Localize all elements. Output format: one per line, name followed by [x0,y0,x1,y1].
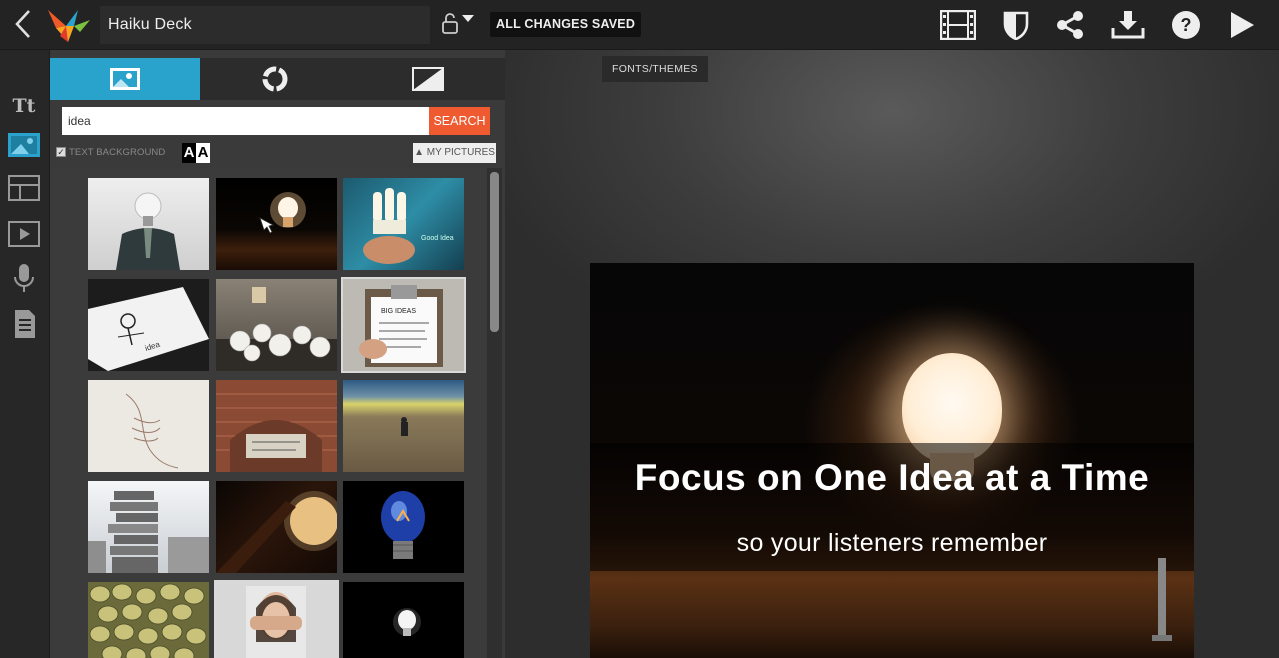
notes-icon[interactable] [5,306,43,342]
deck-title-box[interactable]: Haiku Deck [100,6,430,44]
image-thumbnail[interactable] [88,178,209,270]
lamp-stand [1158,558,1166,638]
image-thumbnail[interactable] [343,481,464,573]
image-grid-scrollbar[interactable] [487,168,502,658]
image-thumbnail[interactable] [88,582,209,658]
layout-icon[interactable] [5,170,43,206]
image-icon[interactable] [5,128,43,164]
svg-text:Good Idea: Good Idea [421,235,454,242]
shield-icon[interactable] [996,6,1036,44]
tab-backgrounds[interactable] [350,58,505,100]
help-icon[interactable]: ? [1166,6,1206,44]
image-thumbnail[interactable] [88,380,209,472]
my-pictures-button[interactable]: ▲ MY PICTURES [413,143,496,163]
image-thumbnail[interactable] [216,380,337,472]
scrollbar-thumb[interactable] [490,172,499,332]
microphone-icon[interactable] [5,260,43,296]
panel-tabs [50,58,505,100]
left-rail: Tt [0,50,50,658]
image-thumbnail[interactable] [88,481,209,573]
image-thumbnail[interactable] [343,582,464,658]
haiku-deck-logo-icon [44,4,94,44]
fonts-themes-button[interactable]: FONTS/THEMES [602,56,708,82]
play-icon[interactable] [1222,6,1262,44]
share-icon[interactable] [1050,6,1090,44]
options-row: ✓ TEXT BACKGROUND A A ▲ MY PICTURES [56,142,496,164]
text-background-label: TEXT BACKGROUND [69,147,166,158]
image-thumbnail[interactable] [343,380,464,472]
save-status-badge: ALL CHANGES SAVED [490,12,642,37]
slide-subtitle[interactable]: so your listeners remember [590,529,1194,558]
background-tab-icon [411,67,444,91]
deck-title[interactable]: Haiku Deck [108,16,192,34]
light-text-option[interactable]: A [196,143,210,163]
chevron-down-icon [462,15,474,22]
image-panel: SEARCH ✓ TEXT BACKGROUND A A ▲ MY PICTUR… [50,50,505,658]
image-tab-icon [110,68,140,90]
image-thumbnail[interactable] [216,279,337,371]
text-color-toggle[interactable]: A A [182,143,210,163]
search-button[interactable]: SEARCH [429,107,490,135]
image-thumbnail[interactable]: BIG IDEAS [341,277,466,373]
text-background-checkbox[interactable]: ✓ [56,147,66,157]
slide-title[interactable]: Focus on One Idea at a Time [590,457,1194,499]
dark-text-option[interactable]: A [182,143,196,163]
image-thumbnail[interactable] [214,580,339,658]
image-thumbnail[interactable]: Good Idea [343,178,464,270]
lamp-stand-base [1152,635,1172,641]
svg-text:BIG IDEAS: BIG IDEAS [381,308,416,315]
image-results-grid: Good Idea idea BIG IDEAS [50,168,485,658]
text-icon[interactable]: Tt [5,88,43,124]
top-bar: Haiku Deck ALL CHANGES SAVED ? [0,0,1279,50]
image-thumbnail[interactable]: idea [88,279,209,371]
download-icon[interactable] [1108,6,1148,44]
svg-text:?: ? [1181,15,1192,35]
filmstrip-icon[interactable] [938,6,978,44]
slide-stage: FONTS/THEMES Focus on One Idea at a Time… [505,50,1279,658]
search-bar: SEARCH [62,107,490,135]
video-icon[interactable] [5,216,43,252]
image-thumbnail[interactable] [216,481,337,573]
slide-canvas[interactable]: Focus on One Idea at a Time so your list… [590,263,1194,658]
search-input[interactable] [62,107,429,135]
back-icon[interactable] [8,6,38,42]
tab-images[interactable] [50,58,200,100]
privacy-lock-dropdown[interactable] [440,10,480,38]
tab-charts[interactable] [200,58,350,100]
chart-tab-icon [262,66,288,92]
lock-icon [442,13,474,34]
image-thumbnail[interactable] [216,178,337,270]
